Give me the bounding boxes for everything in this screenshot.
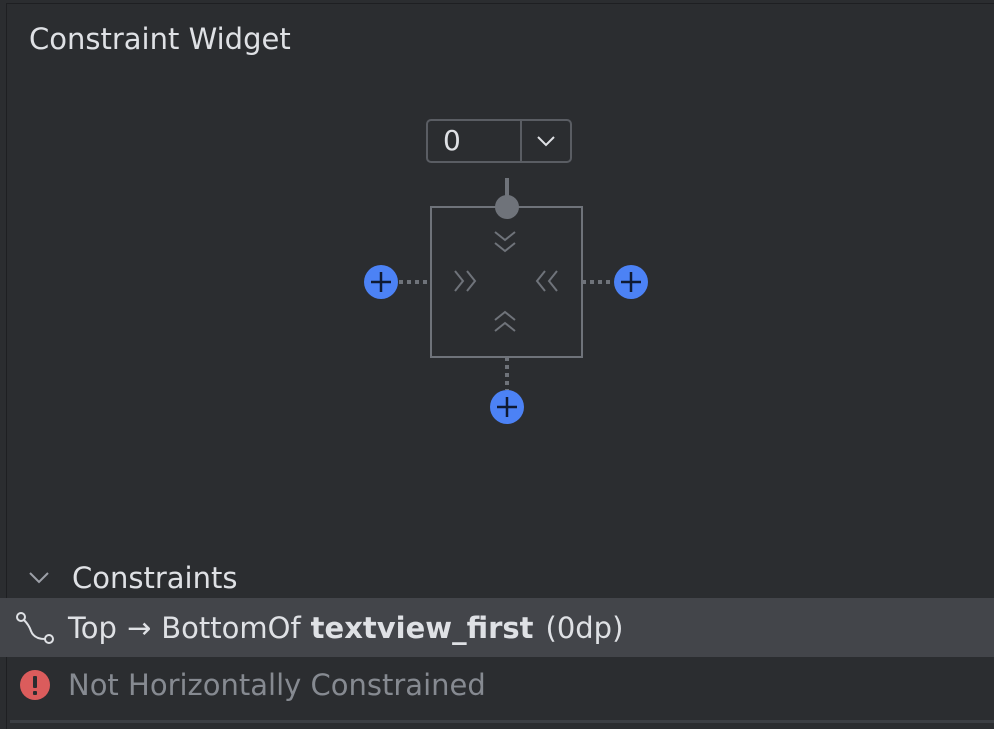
add-bottom-constraint-button[interactable]: [490, 390, 524, 424]
vertical-wrap-top-icon[interactable]: [494, 231, 516, 253]
horizontal-wrap-left-icon[interactable]: [454, 270, 477, 292]
constraint-arrow: →: [126, 610, 152, 645]
chevron-down-icon[interactable]: [520, 121, 570, 161]
constraint-link-icon: [2, 611, 68, 645]
chevron-down-icon[interactable]: [28, 571, 72, 585]
constraint-relation: BottomOf: [161, 610, 301, 645]
add-left-constraint-button[interactable]: [364, 265, 398, 299]
constraint-side: Top: [68, 610, 117, 645]
top-margin-dropdown[interactable]: 0: [426, 119, 572, 163]
constraints-section-header[interactable]: Constraints: [28, 556, 237, 600]
add-right-constraint-button[interactable]: [614, 265, 648, 299]
top-margin-value[interactable]: 0: [428, 121, 520, 161]
constraint-margin: (0dp): [545, 610, 624, 645]
horizontal-wrap-right-icon[interactable]: [535, 270, 558, 292]
vertical-wrap-bottom-icon[interactable]: [494, 310, 516, 332]
constraints-section-label: Constraints: [72, 561, 238, 595]
constraint-target: textview_first: [310, 610, 534, 645]
bottom-divider: [10, 720, 994, 723]
constraint-warning-row: Not Horizontally Constrained: [0, 657, 994, 713]
constraint-row-top[interactable]: Top → BottomOf textview_first (0dp): [0, 598, 994, 657]
widget-box: [430, 206, 583, 358]
warning-text: Not Horizontally Constrained: [68, 668, 486, 702]
error-icon: [2, 669, 68, 701]
